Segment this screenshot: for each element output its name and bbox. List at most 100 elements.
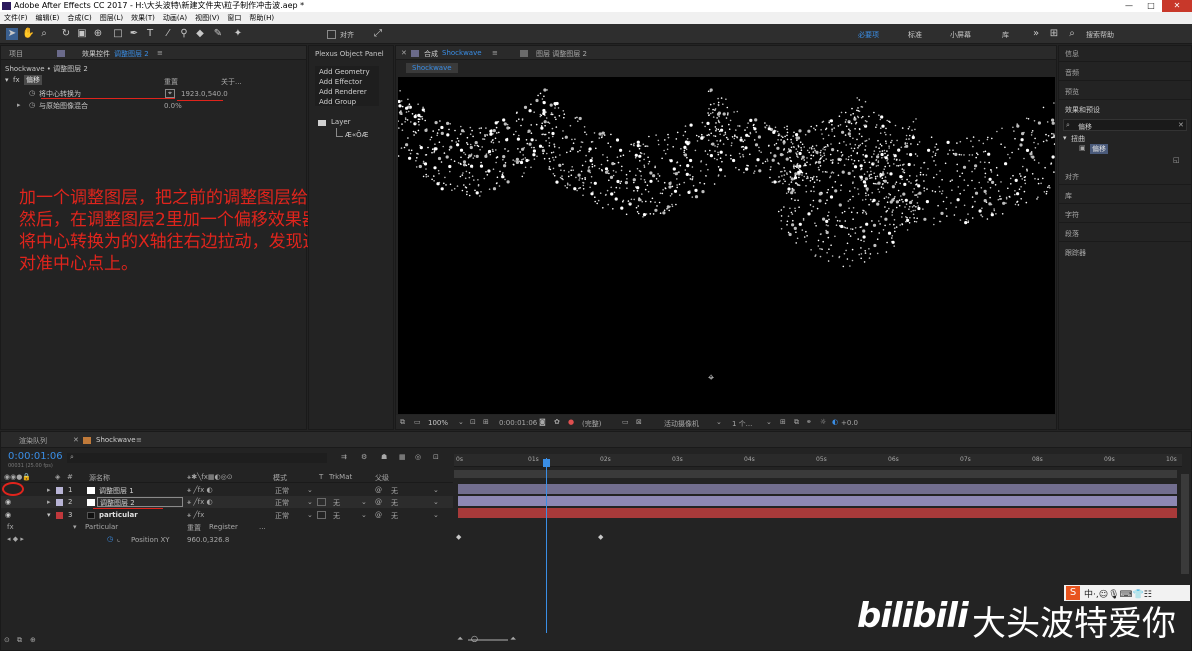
eraser-tool-icon[interactable]: ◆	[194, 28, 206, 40]
prop-shift-center-value[interactable]: 1923.0,540.0	[181, 90, 228, 98]
layer3-trkmat-chevron-icon[interactable]: ⌄	[361, 511, 367, 519]
zoom-dropdown[interactable]: 100%	[428, 419, 448, 427]
panel-info[interactable]: 信息	[1065, 49, 1079, 59]
close-timeline-tab-icon[interactable]: ✕	[73, 436, 79, 444]
monitor-icon[interactable]: ▭	[414, 418, 421, 426]
snapshot-icon[interactable]: ◙	[539, 418, 546, 426]
clear-search-icon[interactable]: ✕	[1178, 121, 1184, 129]
panel-align[interactable]: 对齐	[1065, 172, 1079, 182]
menu-composition[interactable]: 合成(C)	[63, 12, 95, 24]
layer2-parent[interactable]: 无	[391, 498, 398, 508]
sogou-icon[interactable]: S	[1066, 586, 1080, 600]
tab-effect-controls[interactable]: 效果控件	[82, 49, 110, 59]
tab-shockwave-timeline[interactable]: Shockwave	[96, 436, 136, 444]
tree-child-item[interactable]: Æ«ÕÆ	[345, 131, 368, 139]
layer3-switches[interactable]: ⚹ ╱fx	[187, 511, 204, 520]
tree-root-layer[interactable]: Layer	[331, 118, 351, 126]
stopwatch-icon-2[interactable]: ◷	[29, 101, 35, 109]
resolution-dropdown[interactable]: (完整)	[582, 419, 601, 429]
panel-tracker[interactable]: 跟踪器	[1065, 248, 1086, 258]
comp-button-icon[interactable]: ⊙	[4, 636, 10, 644]
tab-render-queue[interactable]: 渲染队列	[19, 436, 47, 446]
zoom-tool-icon[interactable]: ⌕	[38, 28, 50, 40]
layer-row-2[interactable]: ◉ ▸ 2 调整图层 2 ⚹ ╱fx ◐ 正常 ⌄ 无 ⌄ @ 无 ⌄	[1, 496, 453, 508]
playhead-handle[interactable]	[543, 459, 550, 467]
toggle-transparency-icon[interactable]: ⊠	[636, 418, 642, 426]
fast-preview-icon[interactable]: ☼	[820, 418, 826, 426]
layer2-label-color[interactable]	[56, 499, 63, 506]
panel-effects-presets[interactable]: 效果和预设	[1065, 105, 1100, 115]
always-preview-icon[interactable]: ⧉	[400, 418, 405, 427]
menu-help[interactable]: 帮助(H)	[245, 12, 278, 24]
layer2-expand-icon[interactable]: ▸	[47, 498, 51, 506]
reset-link[interactable]: 重置	[164, 77, 178, 87]
clone-stamp-tool-icon[interactable]: ⚲	[178, 28, 190, 40]
keyframe-2-icon[interactable]: ◆	[598, 533, 603, 541]
layer2-preserve-checkbox[interactable]	[317, 498, 326, 506]
prop-stopwatch-icon[interactable]: ◷	[107, 535, 113, 543]
about-link[interactable]: 关于...	[221, 77, 242, 87]
layer2-trkmat[interactable]: 无	[333, 498, 340, 508]
layer3-eye-icon[interactable]: ◉	[5, 511, 11, 519]
sub-effect-reset[interactable]: 重置	[187, 523, 201, 533]
layer-row-3[interactable]: ◉ ▾ 3 particular ⚹ ╱fx 正常 ⌄ 无 ⌄ @ 无 ⌄	[1, 509, 453, 521]
views-dropdown[interactable]: 1 个...	[732, 419, 752, 429]
menu-effect[interactable]: 效果(T)	[127, 12, 159, 24]
network-icon[interactable]: ⚭	[806, 418, 812, 426]
menu-view[interactable]: 视图(V)	[191, 12, 223, 24]
graph-editor-icon[interactable]: ⊡	[433, 453, 439, 461]
point-target-icon[interactable]: ⌖	[165, 89, 175, 98]
zoom-out-icon[interactable]: ⏶	[457, 634, 463, 644]
panel-paragraph[interactable]: 段落	[1065, 229, 1079, 239]
menu-animation[interactable]: 动画(A)	[159, 12, 191, 24]
search-help-input[interactable]: 搜索帮助	[1086, 30, 1114, 40]
layer3-mode-chevron-icon[interactable]: ⌄	[307, 511, 313, 519]
timeline-menu-icon[interactable]: ≡	[136, 436, 142, 444]
prop-graph-icon[interactable]: ⌞	[117, 535, 120, 543]
layer1-name[interactable]: 调整图层 1	[99, 486, 134, 496]
exposure-value[interactable]: +0.0	[841, 419, 858, 427]
fx-label[interactable]: fx	[13, 76, 20, 84]
pen-tool-icon[interactable]: ✒	[128, 28, 140, 40]
stopwatch-icon[interactable]: ◷	[29, 89, 35, 97]
current-time-indicator[interactable]	[546, 458, 547, 633]
keyframe-nav-icon[interactable]: ◂ ◆ ▸	[7, 535, 24, 543]
comp-subtab[interactable]: Shockwave	[406, 63, 458, 73]
layer1-parent[interactable]: 无	[391, 486, 398, 496]
layer3-pickwhip-icon[interactable]: @	[375, 511, 382, 519]
effect-expand-icon[interactable]: ▾	[73, 523, 77, 531]
puppet-pin-tool-icon[interactable]: ✦	[232, 28, 244, 40]
layer2-mode-chevron-icon[interactable]: ⌄	[307, 498, 313, 506]
viewer-timecode[interactable]: 0:00:01:06	[499, 419, 537, 427]
fx-toggle-icon[interactable]: ▾	[5, 76, 9, 84]
views-chevron-icon[interactable]: ⌄	[766, 418, 772, 426]
roi-icon[interactable]: ▭	[622, 418, 629, 426]
layer3-mode[interactable]: 正常	[275, 511, 289, 521]
add-effector-item[interactable]: Add Effector	[319, 78, 362, 86]
layer3-preserve-checkbox[interactable]	[317, 511, 326, 519]
close-tab-icon[interactable]: ✕	[401, 49, 407, 57]
category-arrow-icon[interactable]: ▾	[1063, 134, 1067, 142]
col-source-name[interactable]: 源名称	[89, 473, 110, 483]
close-icon[interactable]: ✕	[1162, 0, 1192, 12]
layer3-parent-chevron-icon[interactable]: ⌄	[433, 511, 439, 519]
new-bin-icon[interactable]: ◱	[1173, 156, 1180, 164]
tab-layer-viewer[interactable]: 图层 调整图层 2	[536, 49, 587, 59]
ime-toolbar[interactable]: S 中·,☺🎙⌨👕☷	[1064, 585, 1190, 601]
channel-icon[interactable]: ●	[568, 418, 574, 426]
prop-position-xy-value[interactable]: 960.0,326.8	[187, 536, 229, 544]
menu-layer[interactable]: 图层(L)	[96, 12, 127, 24]
more-workspaces-icon[interactable]: »	[1030, 28, 1042, 40]
tab-composition-name[interactable]: Shockwave	[442, 49, 482, 57]
tab-effect-controls-layer[interactable]: 调整图层 2	[114, 49, 149, 59]
sync-icon[interactable]: ⊞	[1048, 28, 1060, 40]
layer2-duration-bar[interactable]	[458, 496, 1177, 506]
panel-libraries[interactable]: 库	[1065, 191, 1072, 201]
keyframe-1-icon[interactable]: ◆	[456, 533, 461, 541]
transparency-grid-icon[interactable]: ⊞	[483, 418, 489, 426]
comp-panel-menu-icon[interactable]: ≡	[492, 49, 498, 57]
timeline-search-input[interactable]: ⌕	[67, 453, 327, 463]
add-renderer-item[interactable]: Add Renderer	[319, 88, 367, 96]
layer2-name[interactable]: 调整图层 2	[100, 498, 135, 508]
rectangle-tool-icon[interactable]: □	[112, 28, 124, 40]
